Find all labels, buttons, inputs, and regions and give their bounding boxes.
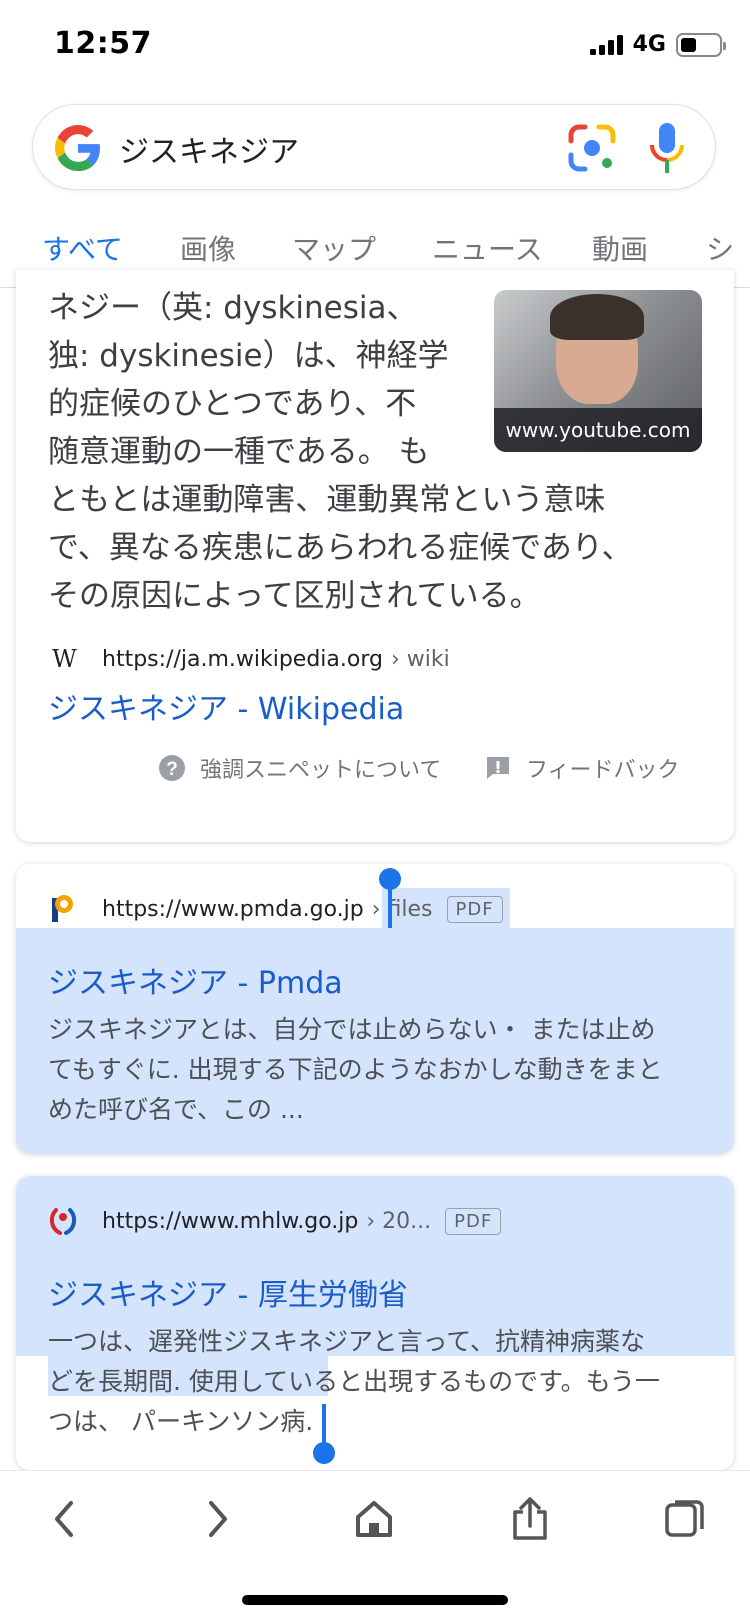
- tab-videos[interactable]: 動画: [592, 228, 648, 268]
- mhlw-icon: [48, 1206, 78, 1236]
- status-right: 4G: [589, 32, 726, 57]
- feedback-label: フィードバック: [526, 758, 680, 783]
- snippet-line: で、異なる疾患にあらわれる症候であり、: [48, 530, 633, 566]
- svg-text:?: ?: [166, 759, 178, 780]
- search-result-card: https://www.pmda.go.jp › files PDF ジスキネジ…: [16, 864, 734, 1154]
- selection-start-handle[interactable]: [379, 868, 401, 890]
- pmda-icon: [48, 894, 78, 924]
- google-logo-icon: [55, 125, 100, 171]
- back-icon[interactable]: [34, 1489, 94, 1549]
- signal-icon: [589, 34, 623, 55]
- source-path: › 20...: [366, 1208, 432, 1234]
- search-bar[interactable]: ジスキネジア: [32, 104, 716, 190]
- result-title-link[interactable]: ジスキネジア - 厚生労働省: [48, 1270, 408, 1314]
- description-line: 一つは、遅発性ジスキネジアと言って、抗精神病薬な: [48, 1327, 646, 1356]
- home-indicator: [242, 1595, 508, 1605]
- microphone-icon[interactable]: [647, 121, 687, 175]
- about-snippet-label: 強調スニペットについて: [200, 758, 442, 783]
- battery-icon: [676, 32, 726, 57]
- result-source[interactable]: https://www.mhlw.go.jp › 20... PDF: [48, 1206, 502, 1236]
- pdf-badge: PDF: [445, 1207, 502, 1235]
- snippet-footer: ? 強調スニペットについて フィードバック: [16, 752, 734, 792]
- status-bar: 12:57 4G: [0, 0, 750, 90]
- description-line: てもすぐに. 出現する下記のようなおかしな動きをまと: [48, 1055, 663, 1084]
- source-url: https://www.mhlw.go.jp: [102, 1208, 359, 1234]
- description-line: つは、 パーキンソン病.: [48, 1407, 314, 1436]
- browser-toolbar: [0, 1470, 750, 1624]
- network-label: 4G: [632, 32, 666, 57]
- featured-snippet-card: ネジー（英: dyskinesia、 独: dyskinesie）は、神経学 的…: [16, 270, 734, 842]
- status-time: 12:57: [54, 26, 152, 61]
- tab-images[interactable]: 画像: [180, 228, 236, 268]
- about-snippet-button[interactable]: ? 強調スニペットについて: [158, 752, 441, 784]
- source-url: https://ja.m.wikipedia.org: [102, 646, 383, 672]
- tab-more[interactable]: シ: [706, 228, 734, 268]
- search-query[interactable]: ジスキネジア: [119, 127, 299, 171]
- result-title-link[interactable]: ジスキネジア - Pmda: [48, 958, 343, 1002]
- snippet-title-link[interactable]: ジスキネジア - Wikipedia: [48, 684, 404, 728]
- thumbnail-hair: [550, 294, 644, 340]
- source-path: › wiki: [390, 646, 450, 672]
- result-source[interactable]: https://www.pmda.go.jp › files PDF: [48, 894, 503, 924]
- snippet-line: ともとは運動障害、運動異常という意味: [48, 482, 606, 518]
- result-description: ジスキネジアとは、自分では止めらない・ または止め てもすぐに. 出現する下記の…: [48, 1010, 708, 1130]
- tab-news[interactable]: ニュース: [432, 228, 543, 268]
- description-line: めた呼び名で、この ...: [48, 1095, 304, 1124]
- forward-icon[interactable]: [188, 1489, 248, 1549]
- result-description: 一つは、遅発性ジスキネジアと言って、抗精神病薬な どを長期間. 使用していると出…: [48, 1322, 708, 1442]
- tabs-icon[interactable]: [654, 1489, 714, 1549]
- feedback-icon: [487, 757, 509, 779]
- snippet-line: その原因によって区別されている。: [48, 578, 541, 614]
- pdf-badge: PDF: [446, 895, 503, 923]
- wikipedia-icon: W: [52, 645, 77, 673]
- google-lens-icon[interactable]: [567, 123, 617, 173]
- selection-end-handle[interactable]: [313, 1442, 335, 1464]
- help-icon: ?: [159, 755, 185, 781]
- source-url: https://www.pmda.go.jp: [102, 896, 364, 922]
- tab-maps[interactable]: マップ: [292, 228, 376, 268]
- home-icon[interactable]: [344, 1489, 404, 1549]
- thumbnail-caption: www.youtube.com: [494, 408, 702, 452]
- description-line: ジスキネジアとは、自分では止めらない・ または止め: [48, 1015, 656, 1044]
- description-line: どを長期間. 使用していると出現するものです。もう一: [48, 1367, 660, 1396]
- snippet-source[interactable]: W https://ja.m.wikipedia.org › wiki: [48, 644, 450, 674]
- tab-all[interactable]: すべて: [42, 228, 123, 268]
- source-path: › files: [371, 896, 433, 922]
- feedback-button[interactable]: フィードバック: [484, 752, 680, 784]
- search-result-card: https://www.mhlw.go.jp › 20... PDF ジスキネジ…: [16, 1176, 734, 1470]
- share-icon[interactable]: [500, 1489, 560, 1549]
- video-thumbnail[interactable]: www.youtube.com: [494, 290, 702, 452]
